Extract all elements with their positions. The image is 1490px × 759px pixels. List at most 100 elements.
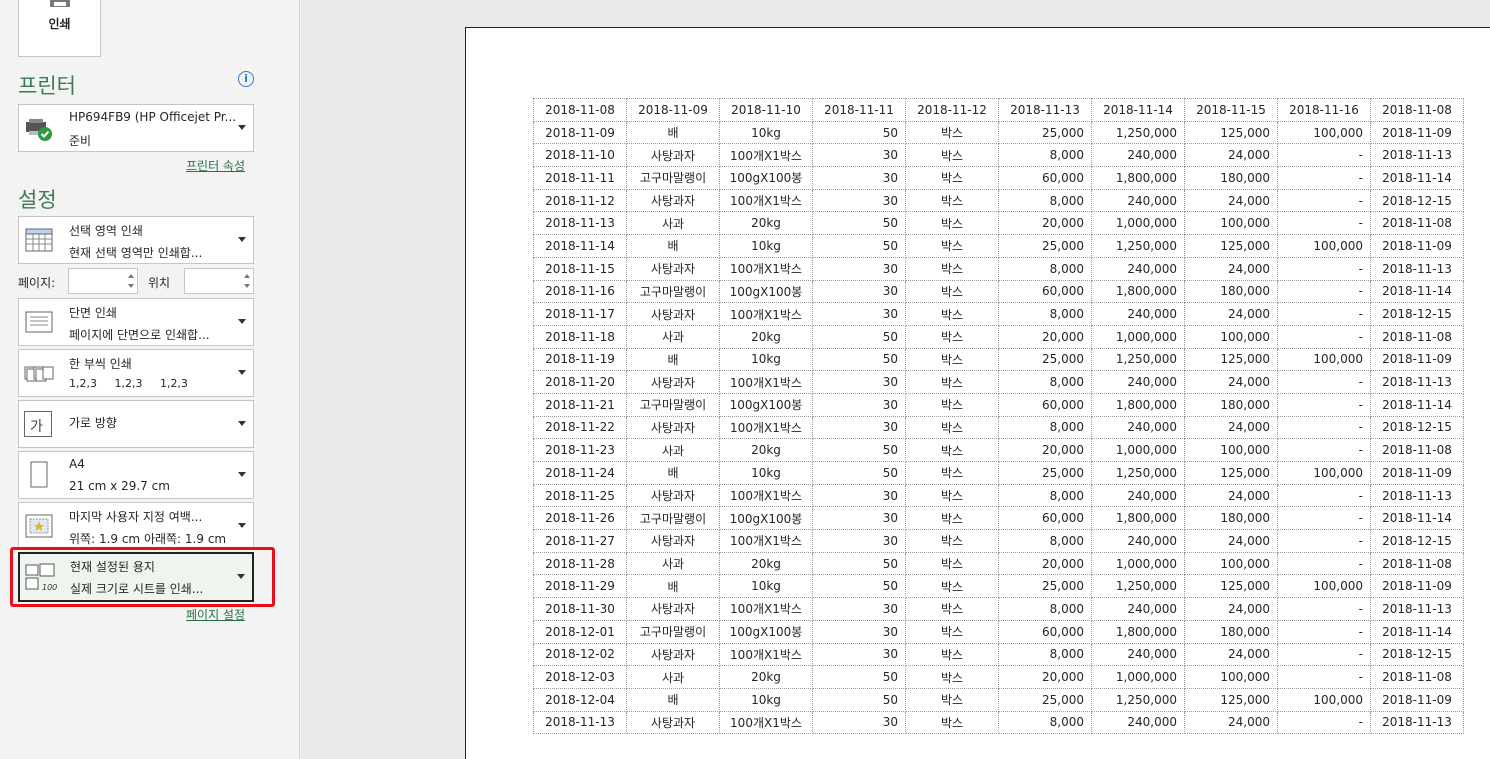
table-cell: 30 <box>812 166 906 190</box>
pages-from-input[interactable] <box>68 268 138 294</box>
table-cell: 240,000 <box>1091 642 1185 667</box>
table-cell: - <box>1277 529 1371 553</box>
table-cell: 사과 <box>626 438 720 462</box>
table-cell: 240,000 <box>1091 370 1185 394</box>
table-cell: 100,000 <box>1184 665 1278 689</box>
table-cell: 180,000 <box>1184 279 1278 304</box>
table-cell: 박스 <box>905 461 999 485</box>
printer-status: 준비 <box>69 134 92 148</box>
table-cell: 24,000 <box>1184 188 1278 213</box>
table-cell: 1,250,000 <box>1091 347 1185 372</box>
orientation-select[interactable]: 가 가로 방향 <box>18 400 254 448</box>
table-cell: 24,000 <box>1184 642 1278 667</box>
table-row: 2018-11-26 고구마말랭이 100gX100봉 30 박스 60,000 1,800… <box>533 506 1464 531</box>
printer-ready-icon <box>26 119 52 141</box>
print-scope-select[interactable]: 선택 영역 인쇄 현재 선택 영역만 인쇄합... <box>18 216 254 264</box>
table-cell: 2018-11-08 <box>533 98 627 122</box>
table-cell: 박스 <box>905 370 999 394</box>
page-setup-link[interactable]: 페이지 설정 <box>186 606 245 623</box>
paper-size-select[interactable]: A4 21 cm x 29.7 cm <box>18 451 254 499</box>
table-row: 2018-11-19 배 10kg 50 박스 25,000 1,250,000 125,00… <box>533 347 1464 372</box>
table-cell: 24,000 <box>1184 302 1278 326</box>
table-cell: 30 <box>812 506 906 531</box>
pages-to-input[interactable] <box>184 268 254 294</box>
table-cell: 100,000 <box>1184 211 1278 236</box>
table-cell: 240,000 <box>1091 710 1185 735</box>
table-cell: 25,000 <box>998 347 1092 372</box>
table-cell: - <box>1277 642 1371 667</box>
spin-down-icon[interactable] <box>128 284 134 288</box>
info-icon[interactable]: i <box>238 71 254 87</box>
printer-select[interactable]: HP694FB9 (HP Officejet Pr... 준비 <box>18 104 254 152</box>
table-cell: - <box>1277 211 1371 236</box>
table-cell: 240,000 <box>1091 256 1185 281</box>
table-cell: 10kg <box>719 347 813 372</box>
table-cell: 2018-11-13 <box>533 211 627 236</box>
table-cell: 100,000 <box>1184 551 1278 576</box>
table-cell: - <box>1277 370 1371 394</box>
table-cell: 박스 <box>905 483 999 508</box>
sides-select[interactable]: 단면 인쇄 페이지에 단면으로 인쇄합... <box>18 298 254 346</box>
table-cell: 2018-12-15 <box>1370 302 1464 326</box>
table-cell: 1,800,000 <box>1091 279 1185 304</box>
table-cell: 100개X1박스 <box>719 188 813 213</box>
table-cell: 2018-11-08 <box>1370 211 1464 236</box>
table-cell: 2018-11-13 <box>1370 256 1464 281</box>
table-cell: 2018-11-08 <box>1370 665 1464 689</box>
table-cell: 100개X1박스 <box>719 143 813 168</box>
table-cell: 사과 <box>626 551 720 576</box>
table-cell: 2018-12-03 <box>533 665 627 689</box>
table-cell: 배 <box>626 347 720 372</box>
table-cell: 배 <box>626 687 720 712</box>
table-cell: 박스 <box>905 234 999 258</box>
table-cell: 박스 <box>905 551 999 576</box>
spin-up-icon[interactable] <box>244 274 250 278</box>
table-cell: 50 <box>812 324 906 349</box>
collate-title: 한 부씩 인쇄 <box>69 357 132 371</box>
table-cell: 50 <box>812 438 906 462</box>
table-cell: 1,800,000 <box>1091 392 1185 417</box>
table-cell: 1,250,000 <box>1091 234 1185 258</box>
printer-properties-link[interactable]: 프린터 속성 <box>186 157 245 174</box>
table-cell: 30 <box>812 392 906 417</box>
scaling-select[interactable]: 100 현재 설정된 용지 실제 크기로 시트를 인쇄... <box>18 552 254 602</box>
table-cell: 60,000 <box>998 506 1092 531</box>
table-cell: 사탕과자 <box>626 188 720 213</box>
print-button[interactable]: 인쇄 <box>18 0 101 57</box>
table-cell: 2018-11-11 <box>533 166 627 190</box>
table-cell: 박스 <box>905 642 999 667</box>
table-cell: 24,000 <box>1184 415 1278 440</box>
table-cell: 25,000 <box>998 574 1092 599</box>
table-cell: 20kg <box>719 551 813 576</box>
table-cell: 30 <box>812 642 906 667</box>
table-cell: 8,000 <box>998 483 1092 508</box>
table-cell: 60,000 <box>998 392 1092 417</box>
table-cell: 24,000 <box>1184 529 1278 553</box>
spin-up-icon[interactable] <box>128 274 134 278</box>
table-cell: 240,000 <box>1091 483 1185 508</box>
table-cell: 25,000 <box>998 461 1092 485</box>
table-cell: 2018-11-08 <box>1370 324 1464 349</box>
spin-down-icon[interactable] <box>244 284 250 288</box>
table-cell: 30 <box>812 188 906 213</box>
table-cell: 고구마말랭이 <box>626 619 720 644</box>
table-cell: 사과 <box>626 324 720 349</box>
collate-select[interactable]: 한 부씩 인쇄 1,2,3 1,2,3 1,2,3 <box>18 349 254 397</box>
table-cell: 100개X1박스 <box>719 415 813 440</box>
table-cell: - <box>1277 483 1371 508</box>
margins-select[interactable]: 마지막 사용자 지정 여백... 위쪽: 1.9 cm 아래쪽: 1.9 cm <box>18 502 254 550</box>
table-cell: 100gX100봉 <box>719 279 813 304</box>
table-cell: 8,000 <box>998 188 1092 213</box>
table-cell: 180,000 <box>1184 166 1278 190</box>
table-cell: 20kg <box>719 438 813 462</box>
table-cell: 2018-11-13 <box>533 710 627 735</box>
margins-sub: 위쪽: 1.9 cm 아래쪽: 1.9 cm <box>69 532 227 546</box>
table-cell: 24,000 <box>1184 483 1278 508</box>
print-settings-panel: 인쇄 프린터 i HP694FB9 (HP Officejet Pr... 준비… <box>0 0 300 759</box>
table-cell: 20,000 <box>998 211 1092 236</box>
table-cell: 2018-11-18 <box>533 324 627 349</box>
chevron-down-icon <box>238 125 246 130</box>
table-row: 2018-11-28 사과 20kg 50 박스 20,000 1,000,000 100,0… <box>533 551 1464 576</box>
paper-size-title: A4 <box>69 457 85 471</box>
table-row: 2018-11-17 사탕과자 100개X1박스 30 박스 8,000 240,000 24… <box>533 302 1464 326</box>
